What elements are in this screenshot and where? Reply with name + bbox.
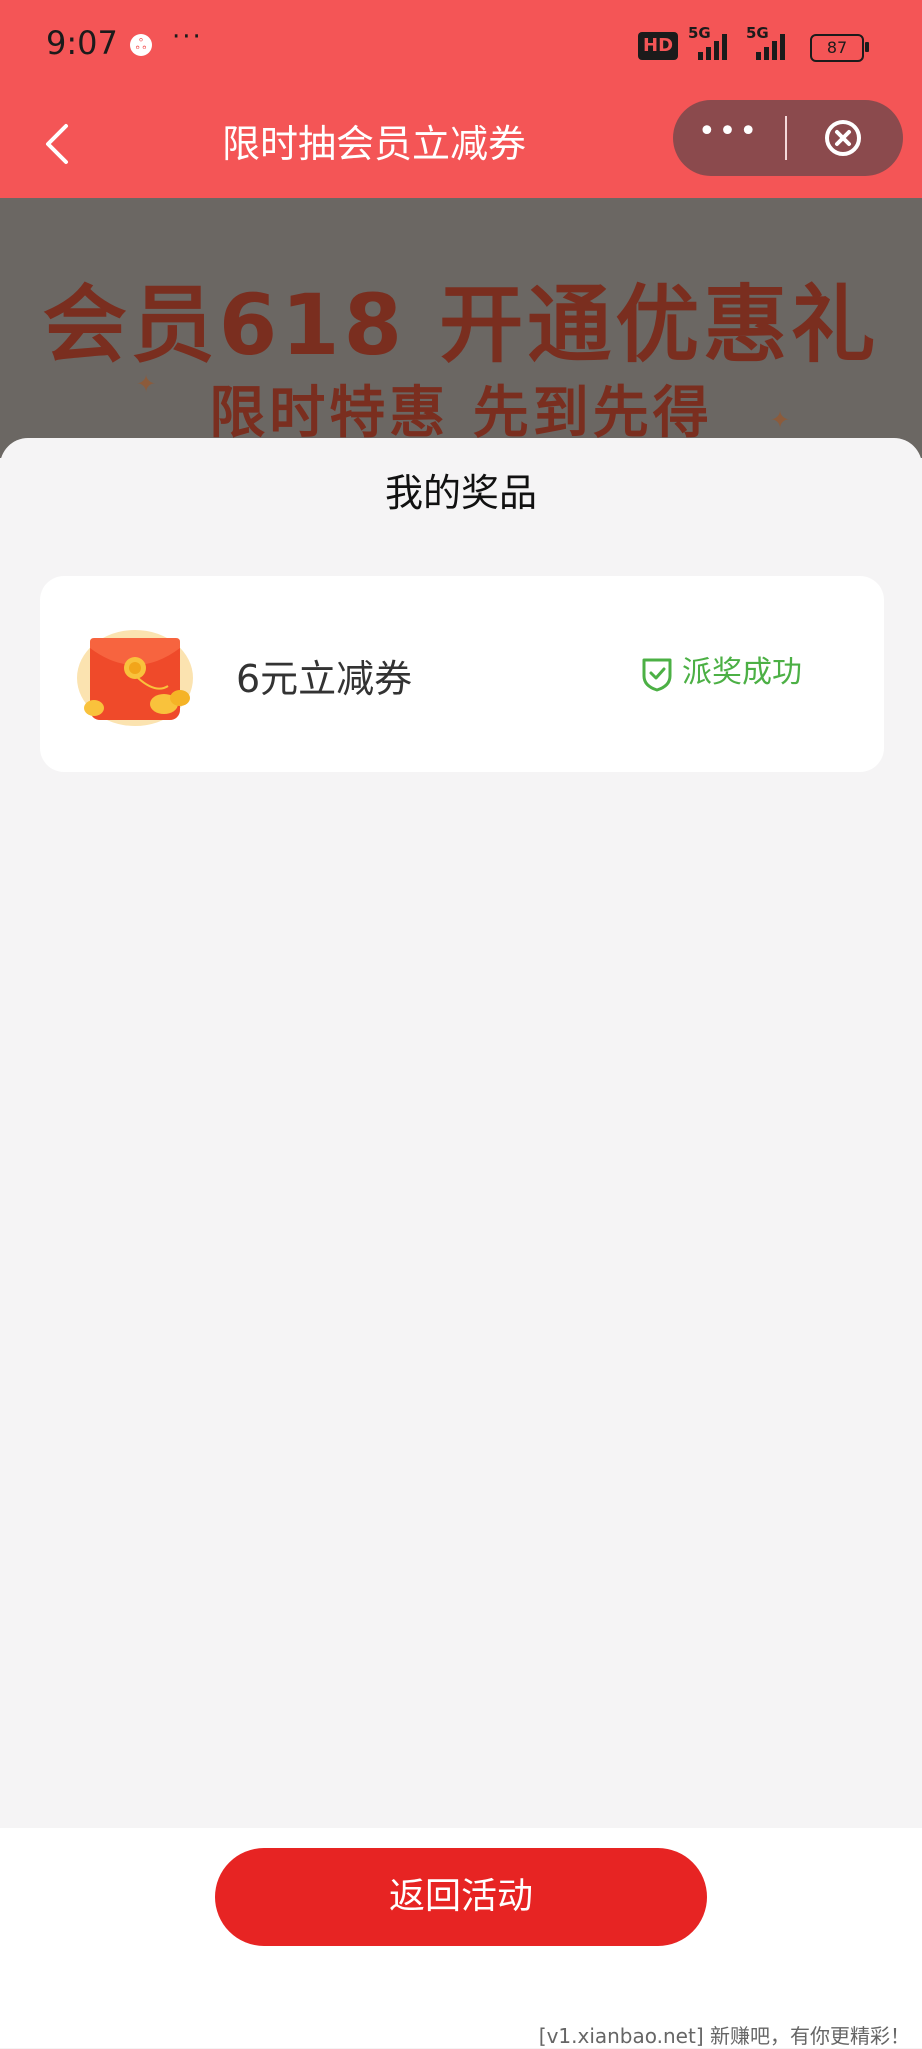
more-menu-button[interactable]: ••• [673,100,785,176]
watermark: [v1.xianbao.net] 新赚吧，有你更精彩！ [538,2024,910,2048]
promo-banner: 会员618 开通优惠礼 限时特惠 先到先得 ✦ ✦ [0,198,922,458]
battery-icon: 87 [810,34,864,62]
prize-status-text: 派奖成功 [682,655,802,690]
status-bar: 9:07 ஃ ··· HD 5G 5G 87 [0,0,922,92]
status-more-icon: ··· [172,22,203,52]
return-to-activity-button[interactable]: 返回活动 [215,1848,707,1946]
baidu-paw-icon: ஃ [130,34,152,56]
hd-voice-icon: HD [638,32,679,60]
close-circle-icon [825,120,861,156]
banner-title: 会员618 开通优惠礼 [42,276,880,374]
sparkle-icon: ✦ [770,406,791,434]
page-title: 限时抽会员立减券 [222,122,527,166]
nav-bar: 限时抽会员立减券 ••• [0,92,922,198]
sparkle-icon: ✦ [136,370,157,398]
battery-tip [865,42,869,52]
status-time: 9:07 [46,24,118,62]
footer: 返回活动 [v1.xianbao.net] 新赚吧，有你更精彩！ [0,1828,922,2048]
chevron-left-icon[interactable] [36,116,86,172]
close-button[interactable] [787,100,903,176]
prize-sheet: 我的奖品 6元立减券 派奖成功 [0,438,922,1828]
red-envelope-icon [76,628,194,728]
shield-check-icon [640,656,674,692]
prize-name: 6元立减券 [236,657,413,701]
prize-card[interactable]: 6元立减券 派奖成功 [40,576,884,772]
mini-program-capsule: ••• [673,100,903,176]
sheet-title: 我的奖品 [384,471,537,515]
